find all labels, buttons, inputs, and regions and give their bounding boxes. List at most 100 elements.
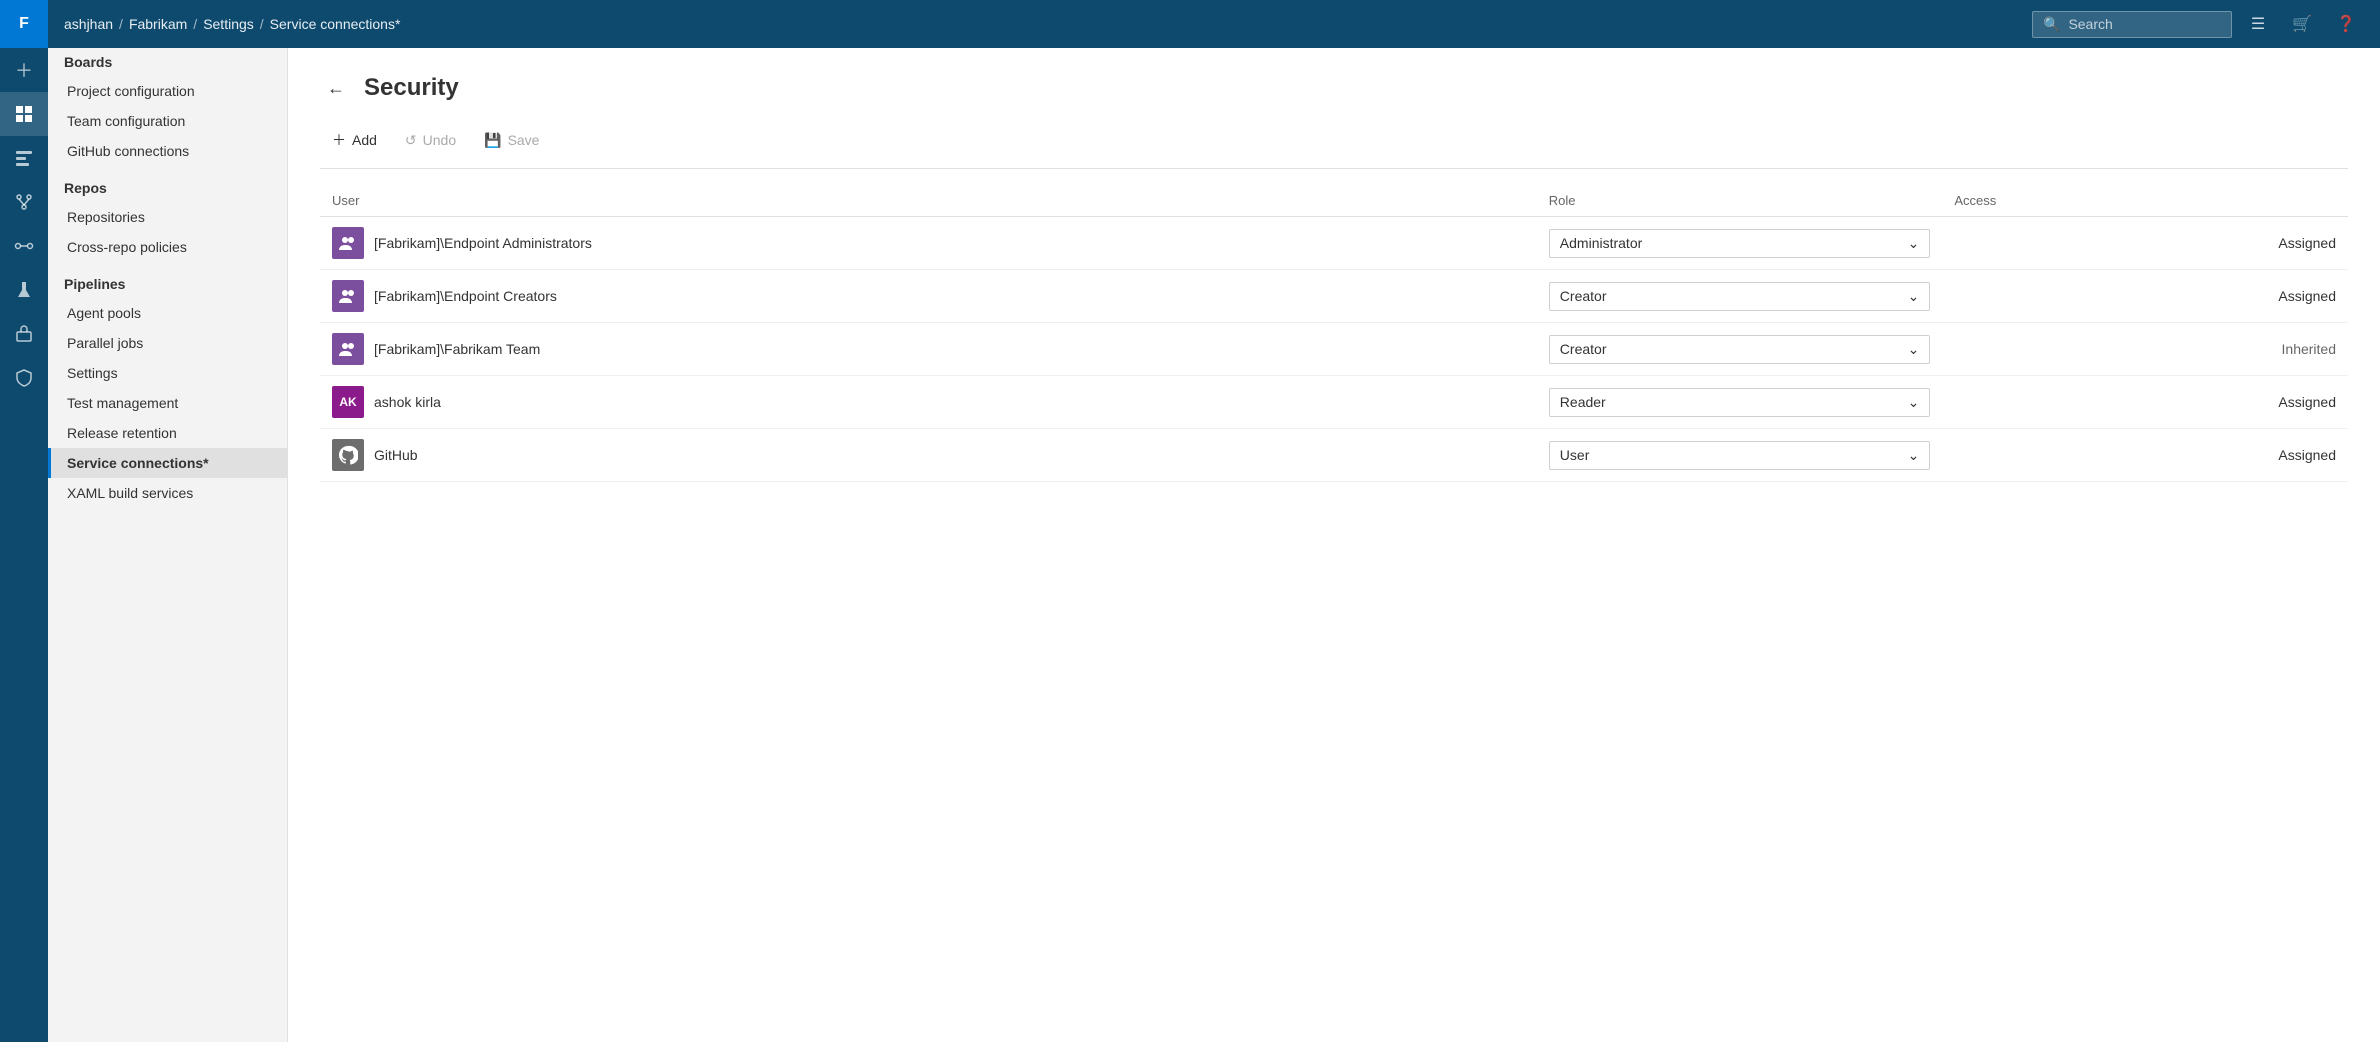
user-name: ashok kirla: [374, 394, 441, 410]
col-header-user: User: [320, 185, 1537, 217]
sidebar-section-repos: Repos: [48, 166, 287, 202]
user-name: [Fabrikam]\Fabrikam Team: [374, 341, 540, 357]
rail-repos-icon[interactable]: [0, 180, 48, 224]
security-header: ← Security: [320, 72, 2348, 104]
rail-security-icon[interactable]: [0, 356, 48, 400]
access-value: Assigned: [2278, 394, 2336, 410]
main-area: ← Security ＋ Add ↺ Undo 💾 Save User Role: [288, 48, 2380, 1042]
col-header-access: Access: [1942, 185, 2348, 217]
role-dropdown[interactable]: User ⌄: [1549, 441, 1931, 470]
access-value: Assigned: [2278, 288, 2336, 304]
role-cell: Creator ⌄: [1537, 323, 1943, 376]
user-name: [Fabrikam]\Endpoint Creators: [374, 288, 557, 304]
role-cell: Administrator ⌄: [1537, 217, 1943, 270]
avatar: [332, 439, 364, 471]
breadcrumb-settings[interactable]: Settings: [203, 16, 254, 32]
table-row: [Fabrikam]\Endpoint Administrators Admin…: [320, 217, 2348, 270]
role-cell: Reader ⌄: [1537, 376, 1943, 429]
sidebar-item-test-management[interactable]: Test management: [48, 388, 287, 418]
user-cell: AK ashok kirla: [320, 376, 1537, 429]
settings-list-icon[interactable]: ☰: [2240, 6, 2276, 42]
sidebar-item-team-config[interactable]: Team configuration: [48, 106, 287, 136]
chevron-down-icon: ⌄: [1908, 288, 1920, 305]
user-cell: GitHub: [320, 429, 1537, 482]
nav-right: 🔍 ☰ 🛒 ❓: [2032, 6, 2364, 42]
breadcrumb-fabrikam[interactable]: Fabrikam: [129, 16, 187, 32]
role-value: Creator: [1560, 288, 1607, 304]
user-name: GitHub: [374, 447, 418, 463]
role-dropdown[interactable]: Creator ⌄: [1549, 282, 1931, 311]
icon-rail: F ＋: [0, 0, 48, 1042]
save-icon: 💾: [484, 132, 501, 149]
role-cell: Creator ⌄: [1537, 270, 1943, 323]
role-dropdown[interactable]: Creator ⌄: [1549, 335, 1931, 364]
user-cell: [Fabrikam]\Fabrikam Team: [320, 323, 1537, 376]
save-button[interactable]: 💾 Save: [472, 126, 551, 155]
chevron-down-icon: ⌄: [1908, 447, 1920, 464]
avatar: [332, 333, 364, 365]
rail-overview-icon[interactable]: [0, 92, 48, 136]
user-name: [Fabrikam]\Endpoint Administrators: [374, 235, 592, 251]
role-value: Administrator: [1560, 235, 1642, 251]
sidebar-item-release-retention[interactable]: Release retention: [48, 418, 287, 448]
avatar: AK: [332, 386, 364, 418]
access-cell: Assigned: [1942, 376, 2348, 429]
table-row: AK ashok kirla Reader ⌄ Assigned: [320, 376, 2348, 429]
rail-pipelines-icon[interactable]: [0, 224, 48, 268]
sidebar-item-github-connections[interactable]: GitHub connections: [48, 136, 287, 166]
sidebar-section-pipelines: Pipelines: [48, 262, 287, 298]
undo-icon: ↺: [405, 132, 417, 149]
role-cell: User ⌄: [1537, 429, 1943, 482]
rail-artifacts-icon[interactable]: [0, 312, 48, 356]
table-row: GitHub User ⌄ Assigned: [320, 429, 2348, 482]
sidebar: Dashboards Boards Project configuration …: [48, 0, 288, 1042]
role-value: Reader: [1560, 394, 1606, 410]
sidebar-item-project-config[interactable]: Project configuration: [48, 76, 287, 106]
table-row: [Fabrikam]\Endpoint Creators Creator ⌄ A…: [320, 270, 2348, 323]
access-value: Assigned: [2278, 235, 2336, 251]
table-row: [Fabrikam]\Fabrikam Team Creator ⌄ Inher…: [320, 323, 2348, 376]
sidebar-item-parallel-jobs[interactable]: Parallel jobs: [48, 328, 287, 358]
access-cell: Assigned: [1942, 270, 2348, 323]
role-dropdown[interactable]: Administrator ⌄: [1549, 229, 1931, 258]
breadcrumb-service-connections[interactable]: Service connections*: [270, 16, 401, 32]
add-button[interactable]: ＋ Add: [320, 124, 389, 156]
sidebar-item-xaml-build[interactable]: XAML build services: [48, 478, 287, 508]
role-dropdown[interactable]: Reader ⌄: [1549, 388, 1931, 417]
user-cell: [Fabrikam]\Endpoint Creators: [320, 270, 1537, 323]
chevron-down-icon: ⌄: [1908, 394, 1920, 411]
access-value: Assigned: [2278, 447, 2336, 463]
search-icon: 🔍: [2043, 16, 2060, 33]
toolbar: ＋ Add ↺ Undo 💾 Save: [320, 124, 2348, 169]
chevron-down-icon: ⌄: [1908, 235, 1920, 252]
back-button[interactable]: ←: [320, 72, 352, 104]
sidebar-item-service-connections[interactable]: Service connections*: [48, 448, 287, 478]
page-title: Security: [364, 74, 459, 102]
user-cell: [Fabrikam]\Endpoint Administrators: [320, 217, 1537, 270]
role-value: User: [1560, 447, 1590, 463]
basket-icon[interactable]: 🛒: [2284, 6, 2320, 42]
access-cell: Inherited: [1942, 323, 2348, 376]
breadcrumb: ashjhan / Fabrikam / Settings / Service …: [64, 16, 2032, 32]
chevron-down-icon: ⌄: [1908, 341, 1920, 358]
sidebar-item-settings[interactable]: Settings: [48, 358, 287, 388]
help-icon[interactable]: ❓: [2328, 6, 2364, 42]
add-icon: ＋: [332, 130, 346, 150]
access-cell: Assigned: [1942, 217, 2348, 270]
sidebar-item-agent-pools[interactable]: Agent pools: [48, 298, 287, 328]
role-value: Creator: [1560, 341, 1607, 357]
avatar: [332, 280, 364, 312]
rail-test-icon[interactable]: [0, 268, 48, 312]
sidebar-item-cross-repo[interactable]: Cross-repo policies: [48, 232, 287, 262]
rail-boards-icon[interactable]: [0, 136, 48, 180]
security-table: User Role Access [Fabrikam]\Endpoint Adm…: [320, 185, 2348, 482]
search-input[interactable]: [2068, 16, 2221, 32]
content-panel: ← Security ＋ Add ↺ Undo 💾 Save User Role: [288, 48, 2380, 1042]
breadcrumb-ashjhan[interactable]: ashjhan: [64, 16, 113, 32]
avatar: [332, 227, 364, 259]
search-box[interactable]: 🔍: [2032, 11, 2232, 38]
sidebar-item-repositories[interactable]: Repositories: [48, 202, 287, 232]
access-cell: Assigned: [1942, 429, 2348, 482]
undo-button[interactable]: ↺ Undo: [393, 126, 468, 155]
rail-add-icon[interactable]: ＋: [0, 48, 48, 92]
